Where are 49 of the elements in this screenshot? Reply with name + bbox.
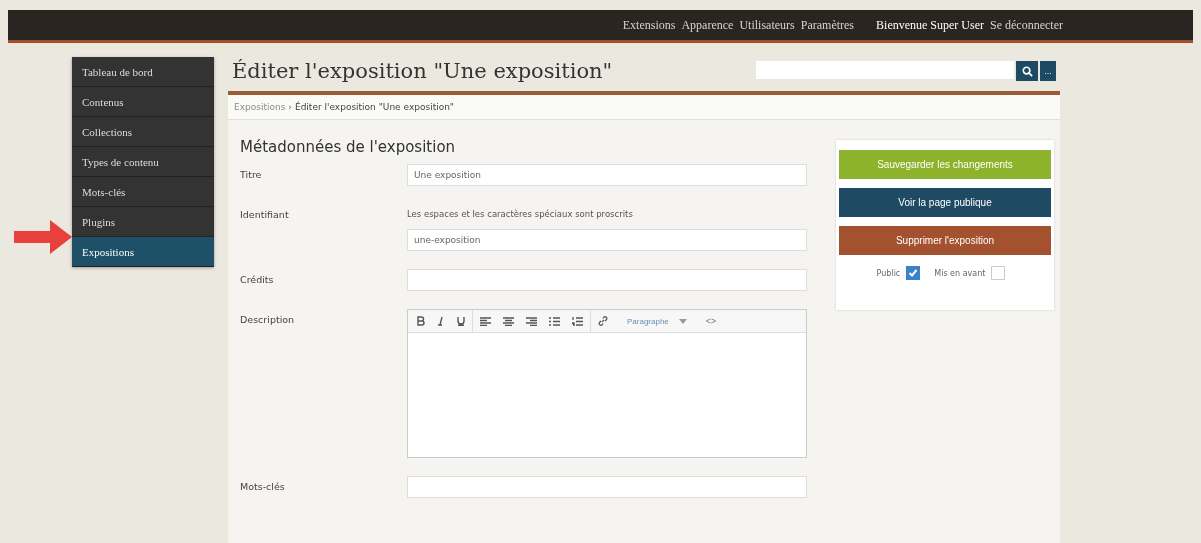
numbered-list-icon (572, 316, 583, 326)
welcome-text: Bienvenue Super User (876, 17, 985, 33)
underline-icon (457, 316, 465, 326)
more-button[interactable]: ... (1040, 61, 1056, 81)
nav-link[interactable]: Apparence (681, 17, 734, 33)
nav-link[interactable]: Paramètres (800, 17, 855, 33)
field-label: Titre (240, 168, 263, 182)
link-icon (598, 316, 608, 326)
field-label: Description (240, 313, 296, 327)
sidebar-item[interactable]: Types de contenu (72, 147, 214, 177)
sidebar-item[interactable]: Mots-clés (72, 177, 214, 207)
sidebar-item[interactable]: Contenus (72, 87, 214, 117)
align-icon (526, 316, 537, 326)
bold-icon (417, 316, 425, 326)
text-field[interactable] (407, 269, 807, 291)
nav-link[interactable]: Extensions (622, 17, 676, 33)
sidebar-item[interactable]: Expositions (72, 237, 214, 267)
field-hint: Les espaces et les caractères spéciaux sont proscrits (407, 208, 634, 219)
sidebar-item[interactable]: Collections (72, 117, 214, 147)
arrow-icon (14, 220, 72, 254)
search-icon (1021, 65, 1033, 77)
search-button[interactable] (1016, 61, 1038, 81)
rich-text-editor[interactable]: Paragraphe <> (407, 309, 807, 458)
checkbox[interactable] (991, 266, 1006, 280)
breadcrumb-current: Éditer l'exposition "Une exposition" (294, 102, 454, 112)
text-field[interactable]: une-exposition (407, 229, 807, 251)
checkbox-label: Mis en avant (934, 268, 986, 278)
field-label: Identifiant (240, 208, 290, 222)
caret-icon (678, 318, 687, 324)
bullet-list-icon (549, 316, 560, 326)
action-button[interactable]: Supprimer l'exposition (839, 226, 1051, 255)
sidebar-item[interactable]: Tableau de bord (72, 57, 214, 87)
align-icon (480, 316, 491, 326)
breadcrumb-separator: › (288, 102, 292, 112)
field-label: Crédits (240, 273, 275, 287)
section-title: Métadonnées de l'exposition (240, 138, 457, 156)
page-title: Éditer l'exposition "Une exposition" (232, 59, 613, 83)
checkbox-label: Public (876, 268, 901, 278)
text-field[interactable] (407, 476, 807, 498)
search-field[interactable] (756, 61, 1014, 79)
text-field[interactable]: Une exposition (407, 164, 807, 186)
action-button[interactable]: Voir la page publique (839, 188, 1051, 217)
source-code-button[interactable]: <> (700, 314, 722, 328)
logout-link[interactable]: Se déconnecter (990, 17, 1063, 33)
checkbox[interactable] (906, 266, 921, 280)
nav-link[interactable]: Utilisateurs (739, 17, 795, 33)
italic-icon (437, 316, 445, 326)
field-label: Mots-clés (240, 480, 286, 494)
align-icon (503, 316, 514, 326)
